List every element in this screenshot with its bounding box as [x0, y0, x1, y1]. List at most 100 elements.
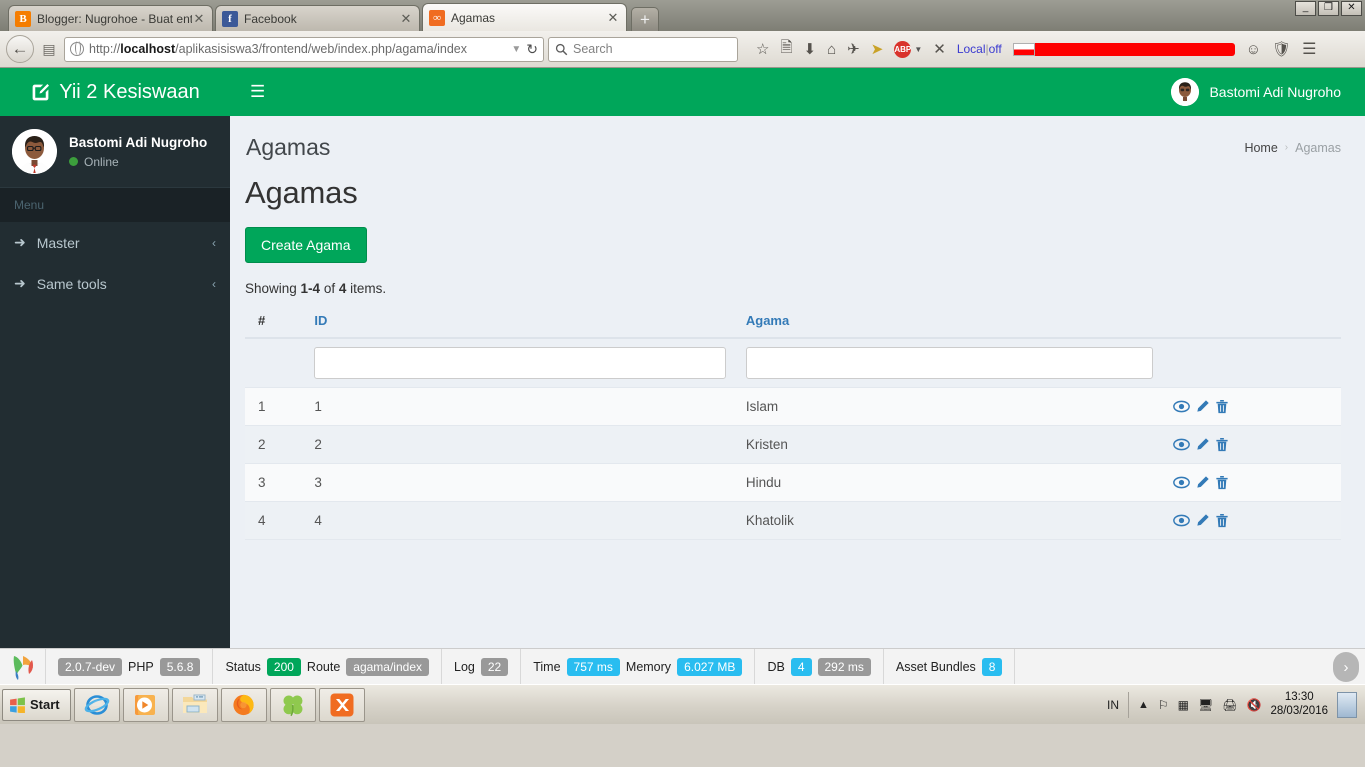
menu-hamburger-icon[interactable]: ☰	[1302, 36, 1316, 62]
column-header-agama[interactable]: Agama	[735, 305, 1164, 339]
internet-explorer-icon[interactable]	[73, 687, 120, 722]
debug-log-section[interactable]: Log 22	[442, 649, 522, 684]
debug-performance-section[interactable]: Time 757 ms Memory 6.027 MB	[521, 649, 756, 684]
printer-icon[interactable]: 🖨	[1222, 698, 1237, 712]
cell-num: 4	[245, 501, 305, 540]
url-text: http://localhost/aplikasisiswa3/frontend…	[89, 42, 468, 56]
show-desktop-icon[interactable]	[1337, 691, 1357, 718]
delete-trash-icon[interactable]	[1215, 513, 1229, 528]
clock-date: 28/03/2016	[1270, 704, 1328, 717]
sidebar-menu-header: Menu	[0, 188, 230, 222]
indonesia-flag-icon	[1012, 36, 1235, 62]
sidebar-item-master[interactable]: ➜ Master ‹	[0, 222, 230, 263]
tab-close-icon[interactable]: ✕	[606, 10, 620, 26]
delete-trash-icon[interactable]	[1215, 399, 1229, 414]
start-button[interactable]: Start	[2, 688, 71, 721]
update-pencil-icon[interactable]	[1195, 513, 1210, 528]
clock[interactable]: 13:30 28/03/2016	[1270, 691, 1328, 717]
network-icon[interactable]: 🖥	[1198, 698, 1213, 712]
windows-icon[interactable]: ▦	[1178, 698, 1189, 712]
tab-title: Agamas	[451, 10, 496, 25]
cell-actions	[1163, 425, 1341, 464]
language-indicator[interactable]: IN	[1107, 698, 1119, 712]
tab-title: Blogger: Nugrohoe - Buat entri	[37, 11, 192, 26]
pocket-icon[interactable]: ✈	[847, 36, 860, 62]
smiley-icon[interactable]: ☺	[1246, 36, 1261, 62]
edit-square-icon	[30, 82, 51, 103]
log-count-badge: 22	[480, 657, 509, 676]
create-agama-button[interactable]: Create Agama	[245, 227, 367, 263]
breadcrumb-item-home[interactable]: Home	[1244, 141, 1277, 155]
debug-request-section[interactable]: Status 200 Route agama/index	[213, 649, 442, 684]
browser-tab-1[interactable]: f Facebook ✕	[215, 5, 420, 31]
view-eye-icon[interactable]	[1173, 513, 1190, 528]
adblock-plus-icon[interactable]: ABP ▼	[894, 36, 922, 62]
tab-close-icon[interactable]: ✕	[192, 11, 206, 27]
browser-search-input[interactable]: Search	[548, 36, 738, 62]
view-eye-icon[interactable]	[1173, 437, 1190, 452]
filter-input-agama[interactable]	[745, 347, 1154, 379]
bookmark-star-icon[interactable]: ☆	[756, 36, 769, 62]
debug-asset-section[interactable]: Asset Bundles 8	[884, 649, 1016, 684]
yii-logo-icon[interactable]	[0, 649, 46, 684]
sidebar-item-same-tools[interactable]: ➜ Same tools ‹	[0, 263, 230, 304]
cursor-icon[interactable]: ➤	[871, 36, 884, 62]
local-off-label[interactable]: Local | off	[957, 36, 1002, 62]
update-pencil-icon[interactable]	[1195, 437, 1210, 452]
media-player-icon[interactable]	[122, 687, 169, 722]
update-pencil-icon[interactable]	[1195, 399, 1210, 414]
windows-taskbar: Start IN ▲ ⚐ ▦ 🖥 🖨 🔇 13:30 28/03/2016	[0, 684, 1365, 724]
time-value-badge: 757 ms	[566, 657, 620, 676]
sidebar-item-label: Master	[36, 234, 80, 251]
show-hidden-icons-icon[interactable]: ▲	[1138, 699, 1149, 711]
sidebar-user-panel[interactable]: Bastomi Adi Nugroho Online	[0, 116, 230, 188]
restore-button[interactable]: ❒	[1318, 1, 1339, 16]
debug-db-section[interactable]: DB 4 292 ms	[755, 649, 884, 684]
table-row[interactable]: 1 1 Islam	[245, 387, 1341, 426]
delete-trash-icon[interactable]	[1215, 437, 1229, 452]
close-button[interactable]: ✕	[1341, 1, 1362, 16]
chevron-right-icon[interactable]: ›	[1333, 652, 1359, 682]
time-label: Time	[533, 659, 561, 674]
file-explorer-icon[interactable]	[171, 687, 218, 722]
close-x-icon[interactable]: ✕	[933, 36, 946, 62]
firefox-icon[interactable]	[220, 687, 267, 722]
new-tab-button[interactable]: +	[631, 7, 659, 31]
volume-muted-icon[interactable]: 🔇	[1246, 698, 1261, 712]
table-row[interactable]: 2 2 Kristen	[245, 425, 1341, 464]
reload-icon[interactable]: ↻	[526, 41, 538, 58]
status-label: Status	[225, 659, 261, 674]
shield-icon[interactable]: 🛡	[1272, 36, 1291, 62]
column-header-id[interactable]: ID	[304, 305, 736, 339]
back-button[interactable]: ←	[6, 35, 34, 63]
memory-label: Memory	[625, 659, 672, 674]
php-label: PHP	[128, 659, 154, 674]
tab-close-icon[interactable]: ✕	[399, 11, 413, 27]
minimize-button[interactable]: _	[1295, 1, 1316, 16]
history-dropdown-icon[interactable]: ▤	[38, 36, 60, 62]
flag-action-center-icon[interactable]: ⚐	[1158, 698, 1169, 712]
filter-input-id[interactable]	[314, 347, 726, 379]
chevron-down-icon[interactable]: ▼	[511, 44, 521, 55]
view-eye-icon[interactable]	[1173, 475, 1190, 490]
clover-icon[interactable]	[269, 687, 316, 722]
sidebar-toggle-icon[interactable]: ☰	[244, 78, 271, 106]
address-bar[interactable]: http://localhost/aplikasisiswa3/frontend…	[64, 36, 544, 62]
browser-tab-2-active[interactable]: ∞ Agamas ✕	[422, 3, 627, 31]
brand-logo[interactable]: Yii 2 Kesiswaan	[0, 68, 230, 116]
table-row[interactable]: 4 4 Khatolik	[245, 501, 1341, 540]
browser-tab-0[interactable]: B Blogger: Nugrohoe - Buat entri ✕	[8, 5, 213, 31]
view-eye-icon[interactable]	[1173, 399, 1190, 414]
system-tray: IN ▲ ⚐ ▦ 🖥 🖨 🔇 13:30 28/03/2016	[1097, 688, 1363, 722]
table-row[interactable]: 3 3 Hindu	[245, 463, 1341, 502]
xampp-icon[interactable]	[318, 687, 365, 722]
home-icon[interactable]: ⌂	[827, 36, 836, 62]
topbar-user-menu[interactable]: Bastomi Adi Nugroho	[1171, 78, 1351, 106]
debug-spacer	[1015, 649, 1365, 684]
reading-list-icon[interactable]: 🗎	[780, 36, 792, 62]
download-icon[interactable]: ⬇	[804, 36, 817, 62]
update-pencil-icon[interactable]	[1195, 475, 1210, 490]
delete-trash-icon[interactable]	[1215, 475, 1229, 490]
cell-id: 3	[304, 463, 736, 502]
debug-version-section[interactable]: 2.0.7-dev PHP 5.6.8	[46, 649, 214, 684]
